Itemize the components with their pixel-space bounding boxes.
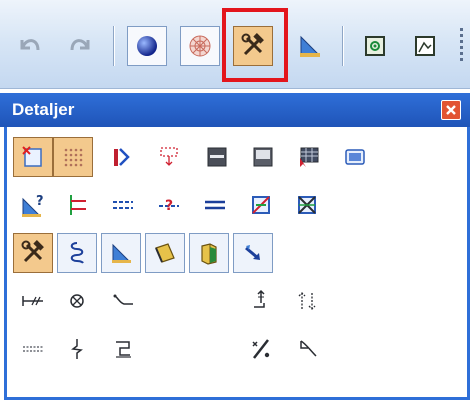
svg-text:?: ? [36,194,44,209]
undo-button[interactable] [10,26,50,66]
beam-profile-icon [155,243,175,263]
question-line-button[interactable]: ? [149,185,189,225]
curve-hook-icon [113,294,133,305]
bracket-lines-icon [70,195,86,215]
detaljer-panel: Detaljer ? ? [0,93,470,403]
tee-arrow-icon [254,289,265,308]
grid-dots-button[interactable] [53,137,93,177]
square-bracket-button[interactable] [103,329,143,369]
spring-coil-button[interactable] [57,233,97,273]
blue-panel-icon [345,149,365,165]
question-triangle-icon: ? [22,194,44,217]
grid-cursor-icon [300,147,319,167]
circle-cross-button[interactable] [57,281,97,321]
curve-arrow-icon [300,340,317,357]
bar-panel-icon [207,147,227,167]
close-x-icon [446,105,456,115]
flag-split-icon [114,148,130,166]
dashed-lines-icon [113,201,133,209]
triangle-ruler-icon [112,243,131,263]
curve-hook-button[interactable] [103,281,143,321]
drafting-button[interactable] [290,26,330,66]
cabinet-icon [201,243,217,265]
triangle-ruler-button[interactable] [101,233,141,273]
detail-doc-button[interactable] [13,137,53,177]
grid-cursor-button[interactable] [289,137,329,177]
bar-panel-light-button[interactable] [243,137,283,177]
mesh-button[interactable] [180,26,220,66]
blue-sphere-icon [137,36,157,56]
view-button[interactable] [355,26,395,66]
double-line-icon [205,200,225,210]
arrow-diag-button[interactable] [233,233,273,273]
blue-panel-button[interactable] [335,137,375,177]
bracket-lines-button[interactable] [57,185,97,225]
dashed-arrow-icon [160,147,178,166]
dash-line-button[interactable] [13,329,53,369]
render-button[interactable] [405,26,445,66]
spring-coil-icon [70,242,84,264]
panel-body: ? ? [4,127,470,400]
undo-arrow-icon [20,39,40,51]
dashed-lines-button[interactable] [103,185,143,225]
frame-cross-icon [252,196,270,214]
panel-titlebar[interactable]: Detaljer [0,93,470,127]
frame-cross-button[interactable] [241,185,281,225]
detail-doc-icon [22,146,42,167]
hammer-wrench-button[interactable] [13,233,53,273]
grid-dots-icon [64,148,83,167]
redo-arrow-icon [70,39,90,51]
double-line-button[interactable] [195,185,235,225]
image-window-icon [415,36,435,56]
arrow-diag-icon [245,245,260,260]
question-triangle-button[interactable]: ? [13,185,53,225]
svg-text:?: ? [165,198,173,214]
hammer-wrench-icon [21,240,44,263]
percent-slash-icon [252,339,270,359]
hatch-line-icon [22,296,43,306]
tee-arrow-button[interactable] [241,281,281,321]
curve-arrow-button[interactable] [287,329,327,369]
box-cross-button[interactable] [287,185,327,225]
square-bracket-icon [116,341,131,358]
dash-line-icon [23,346,43,352]
toolbar-grip[interactable] [460,28,463,64]
percent-slash-button[interactable] [241,329,281,369]
main-toolbar [0,0,470,89]
squiggle-line-icon [71,339,83,359]
beam-profile-button[interactable] [145,233,185,273]
triangle-ruler-icon [300,35,320,57]
toolbar-separator [342,26,344,66]
question-line-icon: ? [159,198,179,214]
mesh-ball-icon [189,35,211,57]
squiggle-line-button[interactable] [57,329,97,369]
box-cross-icon [298,196,316,214]
redo-button[interactable] [60,26,100,66]
panel-title: Detaljer [12,100,75,119]
dashed-arrow-button[interactable] [149,137,189,177]
sphere-button[interactable] [127,26,167,66]
flag-split-button[interactable] [101,137,141,177]
target-window-icon [365,36,385,56]
dotted-arrows-button[interactable] [287,281,327,321]
close-button[interactable] [441,100,461,120]
dotted-arrows-icon [298,292,316,310]
highlight-box [222,8,288,82]
cabinet-button[interactable] [189,233,229,273]
hatch-line-button[interactable] [13,281,53,321]
bar-panel-light-icon [253,147,273,167]
circle-cross-icon [70,294,84,308]
bar-panel-button[interactable] [197,137,237,177]
toolbar-separator [113,26,115,66]
